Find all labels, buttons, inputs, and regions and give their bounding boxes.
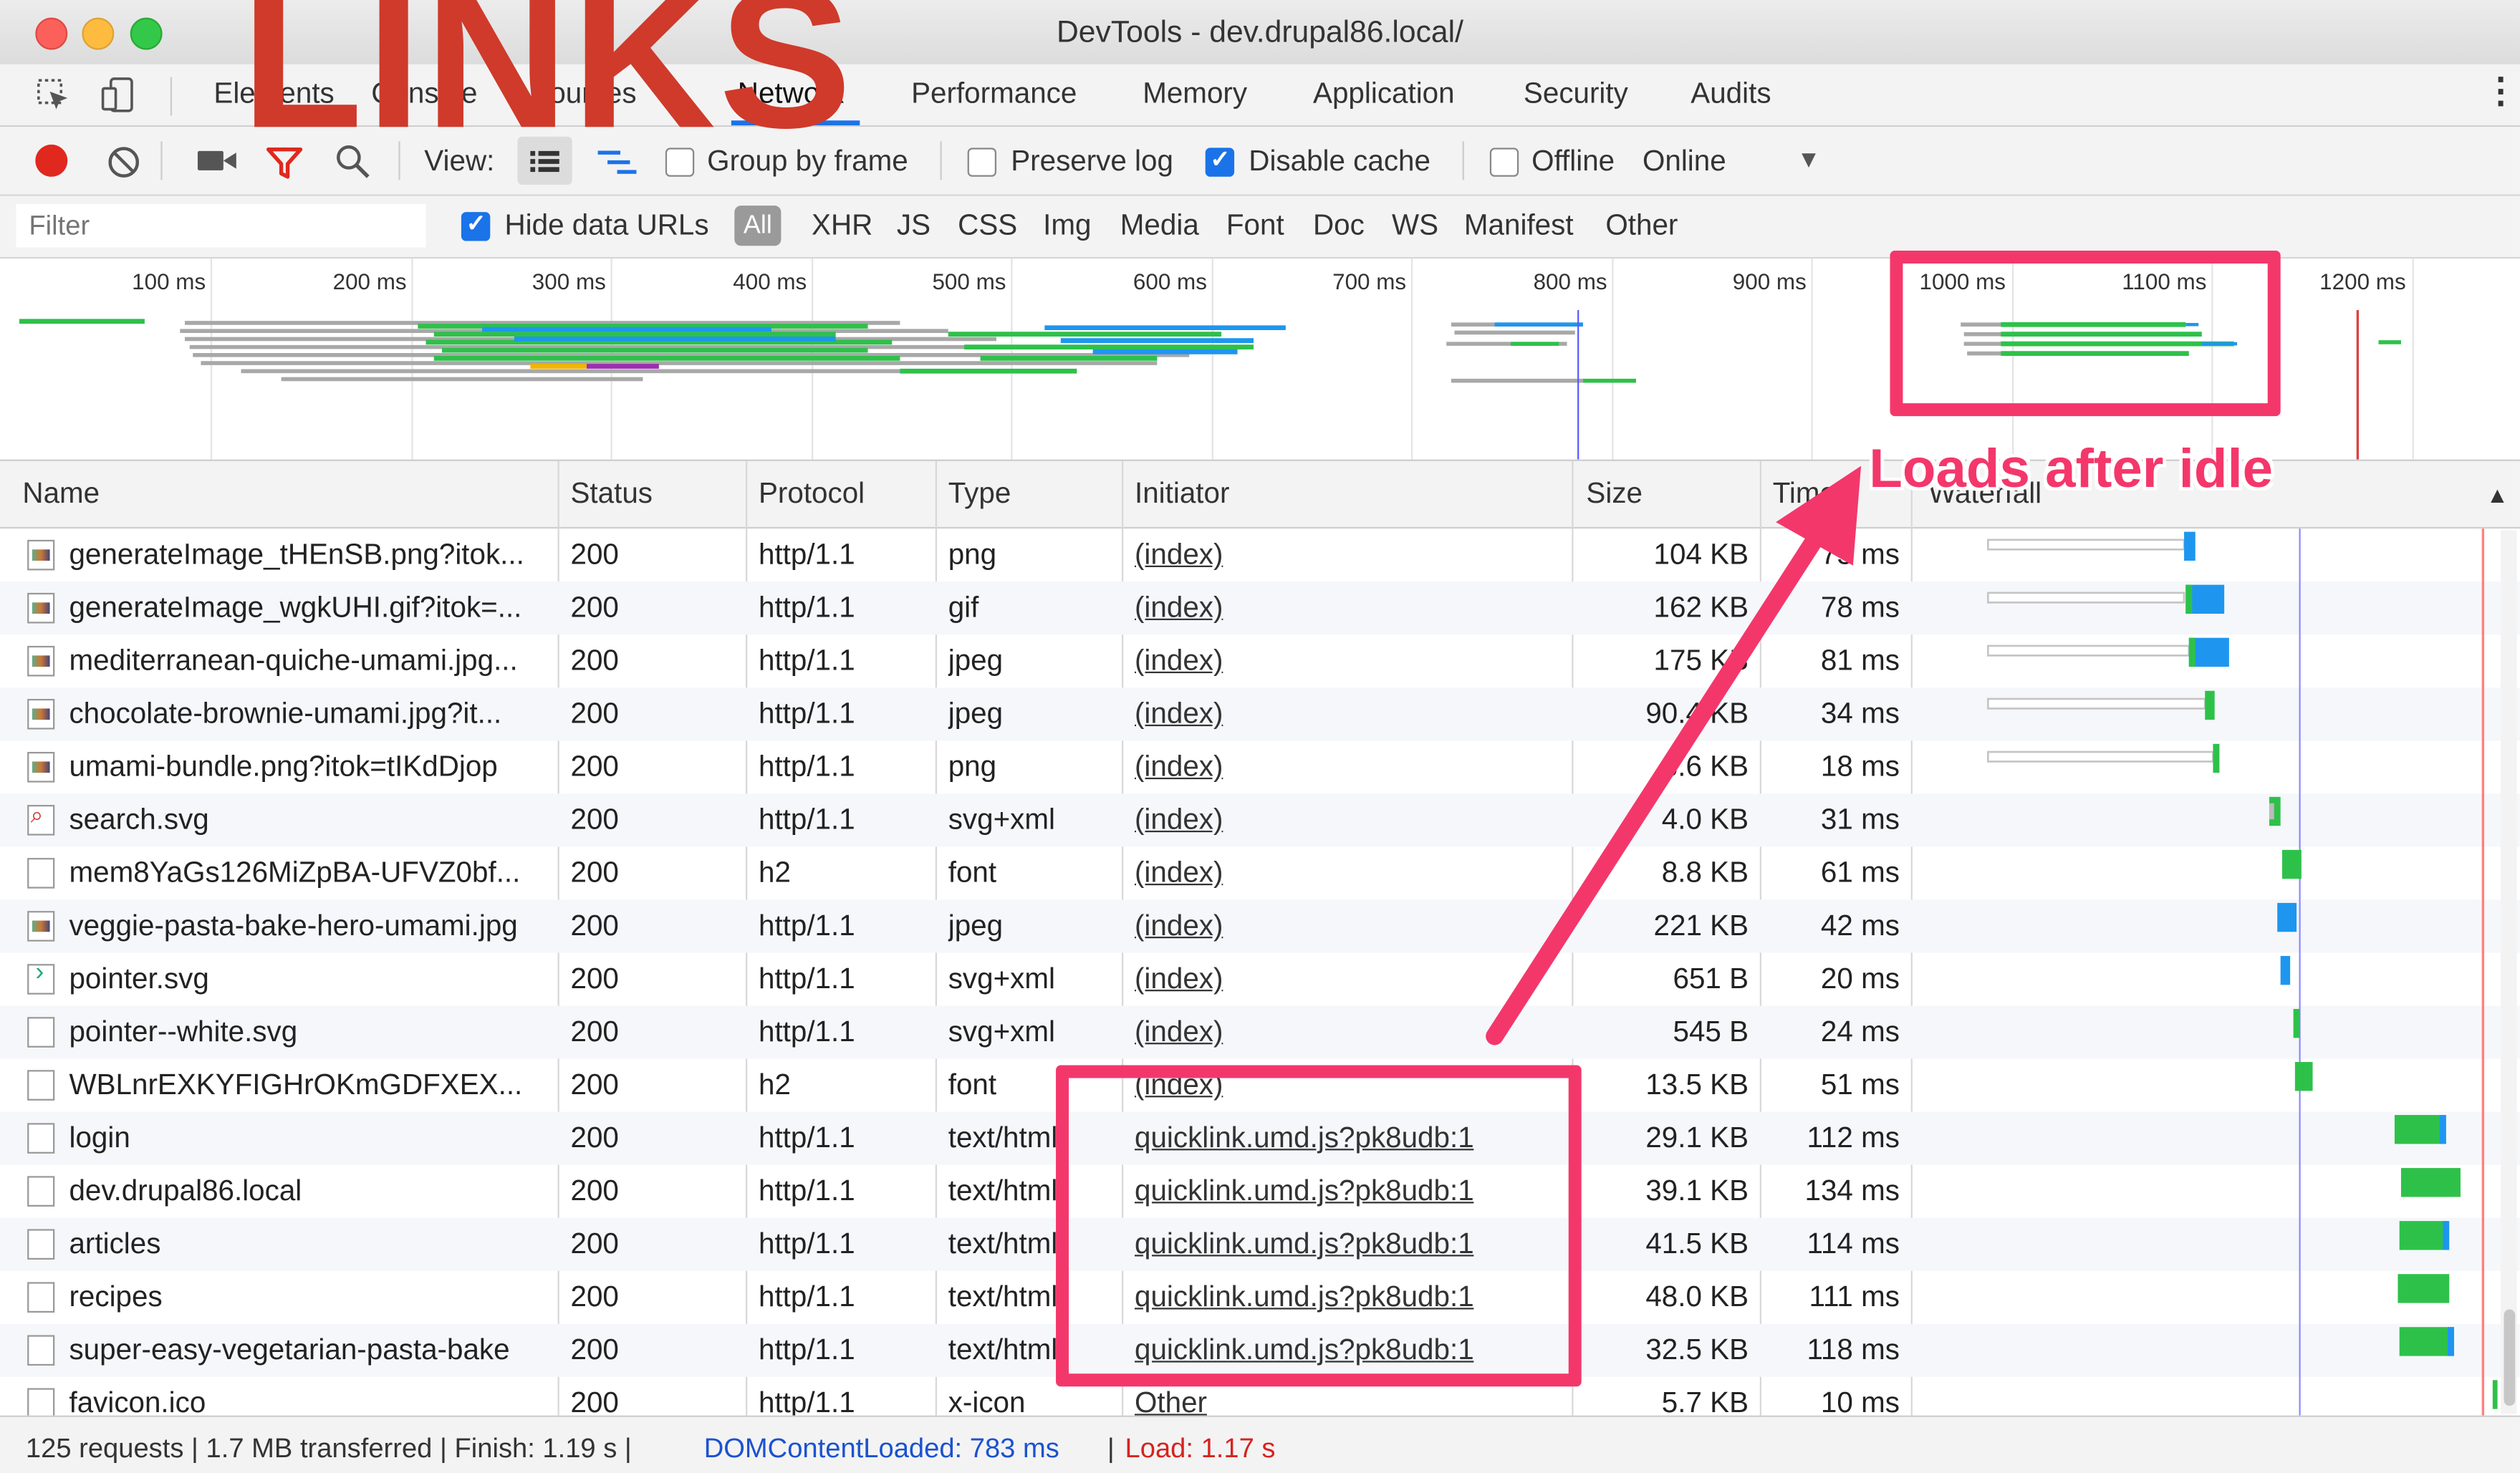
annotation-arrow [1486, 465, 1862, 1045]
annotation-label: Loads after idle [1869, 438, 2274, 500]
devtools-window: DevTools - dev.drupal86.local/ Elements … [0, 0, 2520, 1473]
